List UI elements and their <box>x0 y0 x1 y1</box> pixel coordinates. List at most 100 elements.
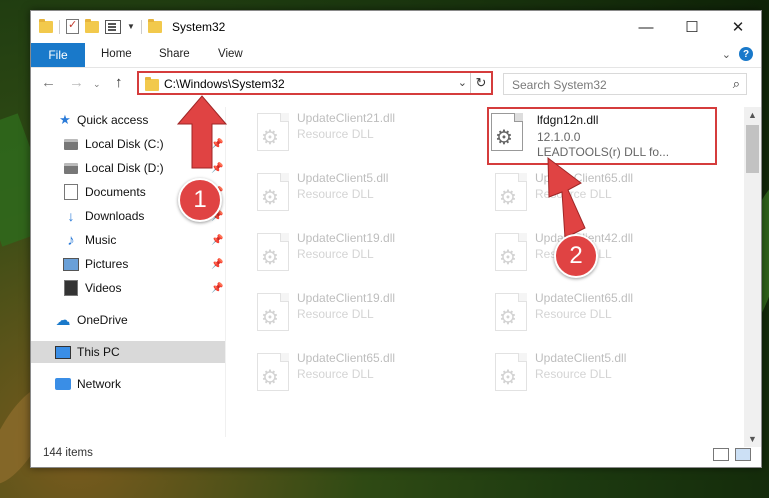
chevron-down-icon[interactable]: ▼ <box>127 22 135 31</box>
chevron-down-icon[interactable]: ⌄ <box>458 76 467 89</box>
file-type: Resource DLL <box>535 307 612 321</box>
documents-icon <box>63 184 79 200</box>
sidebar-item-music[interactable]: ♪ Music 📌 <box>31 229 225 251</box>
scroll-up-icon[interactable]: ▲ <box>744 107 761 123</box>
file-description: LEADTOOLS(r) DLL fo... <box>537 145 670 159</box>
pictures-icon <box>63 256 79 272</box>
ribbon-tabs: File Home Share View ⌄ ? <box>31 43 761 68</box>
file-type: Resource DLL <box>297 127 374 141</box>
dll-file-icon: ⚙ <box>257 233 289 271</box>
file-name: UpdateClient19.dll <box>297 231 396 245</box>
minimize-button[interactable]: — <box>623 11 669 43</box>
dll-file-icon: ⚙ <box>495 233 527 271</box>
file-name: UpdateClient21.dll <box>297 111 396 125</box>
dll-file-icon: ⚙ <box>495 353 527 391</box>
sidebar-item-label: This PC <box>77 345 120 359</box>
list-item[interactable]: ⚙ UpdateClient21.dll Resource DLL <box>251 109 481 153</box>
tab-share[interactable]: Share <box>159 48 190 60</box>
maximize-button[interactable]: ☐ <box>669 11 715 43</box>
dll-file-icon: ⚙ <box>257 293 289 331</box>
list-item[interactable]: ⚙ UpdateClient5.dll Resource DLL <box>251 169 481 213</box>
up-arrow-icon[interactable]: ↑ <box>115 74 123 91</box>
list-item[interactable]: ⚙ UpdateClient19.dll Resource DLL <box>251 229 481 273</box>
sidebar-item-videos[interactable]: Videos 📌 <box>31 277 225 299</box>
sidebar-item-onedrive[interactable]: ☁ OneDrive <box>31 309 225 331</box>
star-icon: ★ <box>59 112 71 127</box>
tab-view[interactable]: View <box>218 48 243 60</box>
search-icon[interactable]: ⌕ <box>733 76 740 92</box>
list-item[interactable]: ⚙ UpdateClient65.dll Resource DLL <box>489 169 719 213</box>
sidebar-item-local-disk-d[interactable]: Local Disk (D:) 📌 <box>31 157 225 179</box>
list-item[interactable]: ⚙ UpdateClient5.dll Resource DLL <box>489 349 719 393</box>
pin-icon: 📌 <box>211 234 224 246</box>
vertical-scrollbar[interactable]: ▲ ▼ <box>744 107 761 447</box>
address-bar[interactable]: C:\Windows\System32 ⌄ ↻ <box>137 71 493 95</box>
file-type: Resource DLL <box>535 367 612 381</box>
refresh-icon[interactable]: ↻ <box>470 73 491 93</box>
highlighted-file[interactable]: ⚙ lfdgn12n.dll 12.1.0.0 LEADTOOLS(r) DLL… <box>487 107 717 165</box>
new-folder-icon[interactable] <box>85 18 99 33</box>
title-bar: ▼ System32 — ☐ ✕ <box>31 11 761 43</box>
dll-file-icon: ⚙ <box>257 173 289 211</box>
list-item[interactable]: ⚙ UpdateClient42.dll Resource DLL <box>489 229 719 273</box>
forward-arrow-icon[interactable]: → <box>69 74 84 91</box>
details-view-icon[interactable] <box>713 448 729 461</box>
window-title: System32 <box>172 20 226 34</box>
sidebar-item-label: Local Disk (D:) <box>85 161 164 175</box>
download-icon: ↓ <box>67 208 75 224</box>
pc-icon <box>55 344 71 360</box>
drive-icon <box>63 136 79 152</box>
dll-file-icon: ⚙ <box>257 113 289 151</box>
dll-file-icon: ⚙ <box>495 173 527 211</box>
file-name: UpdateClient5.dll <box>535 351 627 365</box>
sidebar-item-local-disk-c[interactable]: Local Disk (C:) 📌 <box>31 133 225 155</box>
properties-icon[interactable] <box>66 18 79 34</box>
expand-ribbon-icon[interactable]: ⌄ <box>722 48 731 61</box>
cloud-icon: ☁ <box>55 312 71 329</box>
step-1-badge: 1 <box>178 178 222 222</box>
sidebar-item-network[interactable]: Network <box>31 373 225 395</box>
file-name: UpdateClient5.dll <box>297 171 389 185</box>
view-icon[interactable] <box>105 19 121 34</box>
sidebar-item-label: Network <box>77 377 122 391</box>
sidebar-item-label: Pictures <box>85 257 129 271</box>
navigation-bar: ← → ⌄ ↑ C:\Windows\System32 ⌄ ↻ Search S… <box>31 69 761 99</box>
scroll-thumb[interactable] <box>746 125 759 173</box>
list-item[interactable]: ⚙ UpdateClient19.dll Resource DLL <box>251 289 481 333</box>
large-icons-view-icon[interactable] <box>735 448 751 461</box>
recent-locations-icon[interactable]: ⌄ <box>93 79 101 90</box>
folder-icon <box>39 18 53 33</box>
navigation-pane: ★ Quick access Local Disk (C:) 📌 Local D… <box>31 107 225 437</box>
divider <box>140 19 142 34</box>
pin-icon: 📌 <box>211 138 224 150</box>
address-path[interactable]: C:\Windows\System32 <box>164 77 285 91</box>
pin-icon: 📌 <box>211 258 224 270</box>
sidebar-item-this-pc[interactable]: This PC <box>31 341 225 363</box>
sidebar-item-quick-access[interactable]: ★ Quick access <box>31 109 225 131</box>
sidebar-item-label: Downloads <box>85 209 145 223</box>
ribbon-right: ⌄ ? <box>722 47 753 61</box>
dll-file-icon: ⚙ <box>491 113 523 151</box>
list-item[interactable]: ⚙ UpdateClient65.dll Resource DLL <box>489 289 719 333</box>
window-controls: — ☐ ✕ <box>623 11 761 43</box>
close-button[interactable]: ✕ <box>715 11 761 43</box>
sidebar-item-pictures[interactable]: Pictures 📌 <box>31 253 225 275</box>
sidebar-item-label: Music <box>85 233 117 247</box>
pane-divider[interactable] <box>225 107 226 437</box>
network-icon <box>55 376 71 392</box>
back-arrow-icon[interactable]: ← <box>41 74 56 91</box>
tab-home[interactable]: Home <box>101 48 132 60</box>
quick-access-toolbar: ▼ <box>39 18 162 34</box>
search-box[interactable]: Search System32 ⌕ <box>503 73 747 95</box>
list-item[interactable]: ⚙ UpdateClient65.dll Resource DLL <box>251 349 481 393</box>
file-explorer-window: ▼ System32 — ☐ ✕ File Home Share View ⌄ … <box>30 10 762 468</box>
help-icon[interactable]: ? <box>739 47 753 61</box>
status-bar: 144 items <box>31 441 761 467</box>
tab-file[interactable]: File <box>31 43 85 67</box>
file-type: Resource DLL <box>297 247 374 261</box>
pin-icon: 📌 <box>211 162 224 174</box>
file-name: UpdateClient65.dll <box>297 351 396 365</box>
search-input[interactable]: Search System32 <box>512 78 607 92</box>
music-icon: ♪ <box>67 231 75 249</box>
sidebar-item-label: Documents <box>85 185 146 199</box>
